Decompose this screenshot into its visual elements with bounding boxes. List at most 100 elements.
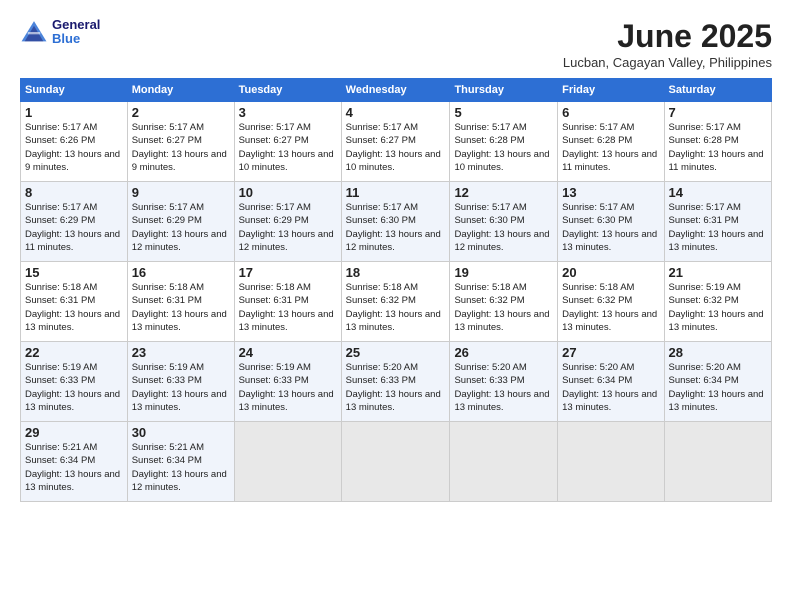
calendar-week-row: 8 Sunrise: 5:17 AMSunset: 6:29 PMDayligh… [21,182,772,262]
header: General Blue June 2025 Lucban, Cagayan V… [20,18,772,70]
col-tuesday: Tuesday [234,79,341,102]
day-detail: Sunrise: 5:18 AMSunset: 6:31 PMDaylight:… [239,282,334,333]
logo-line1: General [52,18,100,32]
day-number: 27 [562,345,659,360]
day-number: 1 [25,105,123,120]
day-detail: Sunrise: 5:17 AMSunset: 6:29 PMDaylight:… [239,202,334,253]
day-number: 5 [454,105,553,120]
day-number: 20 [562,265,659,280]
table-row: 30 Sunrise: 5:21 AMSunset: 6:34 PMDaylig… [127,422,234,502]
table-row: 16 Sunrise: 5:18 AMSunset: 6:31 PMDaylig… [127,262,234,342]
day-number: 26 [454,345,553,360]
table-row: 20 Sunrise: 5:18 AMSunset: 6:32 PMDaylig… [558,262,664,342]
table-row: 9 Sunrise: 5:17 AMSunset: 6:29 PMDayligh… [127,182,234,262]
day-number: 4 [346,105,446,120]
table-row [558,422,664,502]
day-number: 22 [25,345,123,360]
table-row [341,422,450,502]
table-row: 6 Sunrise: 5:17 AMSunset: 6:28 PMDayligh… [558,102,664,182]
day-detail: Sunrise: 5:18 AMSunset: 6:32 PMDaylight:… [454,282,549,333]
day-number: 30 [132,425,230,440]
table-row: 5 Sunrise: 5:17 AMSunset: 6:28 PMDayligh… [450,102,558,182]
table-row: 19 Sunrise: 5:18 AMSunset: 6:32 PMDaylig… [450,262,558,342]
day-detail: Sunrise: 5:17 AMSunset: 6:31 PMDaylight:… [669,202,764,253]
day-detail: Sunrise: 5:18 AMSunset: 6:32 PMDaylight:… [346,282,441,333]
day-detail: Sunrise: 5:17 AMSunset: 6:28 PMDaylight:… [562,122,657,173]
table-row: 3 Sunrise: 5:17 AMSunset: 6:27 PMDayligh… [234,102,341,182]
table-row [234,422,341,502]
month-title: June 2025 [563,18,772,55]
day-detail: Sunrise: 5:20 AMSunset: 6:33 PMDaylight:… [454,362,549,413]
table-row: 14 Sunrise: 5:17 AMSunset: 6:31 PMDaylig… [664,182,771,262]
page: General Blue June 2025 Lucban, Cagayan V… [0,0,792,612]
day-detail: Sunrise: 5:17 AMSunset: 6:30 PMDaylight:… [562,202,657,253]
calendar-table: Sunday Monday Tuesday Wednesday Thursday… [20,78,772,502]
table-row: 22 Sunrise: 5:19 AMSunset: 6:33 PMDaylig… [21,342,128,422]
table-row [664,422,771,502]
table-row: 10 Sunrise: 5:17 AMSunset: 6:29 PMDaylig… [234,182,341,262]
calendar-week-row: 1 Sunrise: 5:17 AMSunset: 6:26 PMDayligh… [21,102,772,182]
day-number: 7 [669,105,767,120]
col-sunday: Sunday [21,79,128,102]
day-number: 12 [454,185,553,200]
day-number: 8 [25,185,123,200]
day-detail: Sunrise: 5:20 AMSunset: 6:34 PMDaylight:… [669,362,764,413]
day-detail: Sunrise: 5:17 AMSunset: 6:29 PMDaylight:… [25,202,120,253]
day-number: 25 [346,345,446,360]
location: Lucban, Cagayan Valley, Philippines [563,55,772,70]
day-number: 28 [669,345,767,360]
table-row: 4 Sunrise: 5:17 AMSunset: 6:27 PMDayligh… [341,102,450,182]
table-row: 21 Sunrise: 5:19 AMSunset: 6:32 PMDaylig… [664,262,771,342]
calendar-week-row: 15 Sunrise: 5:18 AMSunset: 6:31 PMDaylig… [21,262,772,342]
col-saturday: Saturday [664,79,771,102]
col-monday: Monday [127,79,234,102]
day-number: 14 [669,185,767,200]
table-row: 18 Sunrise: 5:18 AMSunset: 6:32 PMDaylig… [341,262,450,342]
day-detail: Sunrise: 5:18 AMSunset: 6:31 PMDaylight:… [25,282,120,333]
table-row: 15 Sunrise: 5:18 AMSunset: 6:31 PMDaylig… [21,262,128,342]
table-row: 7 Sunrise: 5:17 AMSunset: 6:28 PMDayligh… [664,102,771,182]
day-number: 23 [132,345,230,360]
day-detail: Sunrise: 5:18 AMSunset: 6:31 PMDaylight:… [132,282,227,333]
table-row: 12 Sunrise: 5:17 AMSunset: 6:30 PMDaylig… [450,182,558,262]
day-number: 24 [239,345,337,360]
table-row: 1 Sunrise: 5:17 AMSunset: 6:26 PMDayligh… [21,102,128,182]
day-detail: Sunrise: 5:17 AMSunset: 6:28 PMDaylight:… [454,122,549,173]
logo-line2: Blue [52,32,100,46]
day-number: 11 [346,185,446,200]
table-row [450,422,558,502]
day-detail: Sunrise: 5:18 AMSunset: 6:32 PMDaylight:… [562,282,657,333]
table-row: 26 Sunrise: 5:20 AMSunset: 6:33 PMDaylig… [450,342,558,422]
day-number: 9 [132,185,230,200]
calendar-week-row: 29 Sunrise: 5:21 AMSunset: 6:34 PMDaylig… [21,422,772,502]
title-area: June 2025 Lucban, Cagayan Valley, Philip… [563,18,772,70]
day-detail: Sunrise: 5:17 AMSunset: 6:26 PMDaylight:… [25,122,120,173]
day-number: 2 [132,105,230,120]
day-number: 6 [562,105,659,120]
day-detail: Sunrise: 5:20 AMSunset: 6:34 PMDaylight:… [562,362,657,413]
day-number: 21 [669,265,767,280]
day-number: 19 [454,265,553,280]
day-detail: Sunrise: 5:20 AMSunset: 6:33 PMDaylight:… [346,362,441,413]
calendar-week-row: 22 Sunrise: 5:19 AMSunset: 6:33 PMDaylig… [21,342,772,422]
day-detail: Sunrise: 5:17 AMSunset: 6:27 PMDaylight:… [132,122,227,173]
day-number: 10 [239,185,337,200]
logo-text: General Blue [52,18,100,47]
day-detail: Sunrise: 5:19 AMSunset: 6:33 PMDaylight:… [25,362,120,413]
day-detail: Sunrise: 5:17 AMSunset: 6:28 PMDaylight:… [669,122,764,173]
col-wednesday: Wednesday [341,79,450,102]
logo-icon [20,18,48,46]
table-row: 23 Sunrise: 5:19 AMSunset: 6:33 PMDaylig… [127,342,234,422]
table-row: 24 Sunrise: 5:19 AMSunset: 6:33 PMDaylig… [234,342,341,422]
logo: General Blue [20,18,100,47]
day-number: 29 [25,425,123,440]
table-row: 25 Sunrise: 5:20 AMSunset: 6:33 PMDaylig… [341,342,450,422]
table-row: 8 Sunrise: 5:17 AMSunset: 6:29 PMDayligh… [21,182,128,262]
table-row: 17 Sunrise: 5:18 AMSunset: 6:31 PMDaylig… [234,262,341,342]
day-detail: Sunrise: 5:21 AMSunset: 6:34 PMDaylight:… [132,442,227,493]
header-row: Sunday Monday Tuesday Wednesday Thursday… [21,79,772,102]
table-row: 11 Sunrise: 5:17 AMSunset: 6:30 PMDaylig… [341,182,450,262]
table-row: 27 Sunrise: 5:20 AMSunset: 6:34 PMDaylig… [558,342,664,422]
day-number: 13 [562,185,659,200]
day-number: 18 [346,265,446,280]
